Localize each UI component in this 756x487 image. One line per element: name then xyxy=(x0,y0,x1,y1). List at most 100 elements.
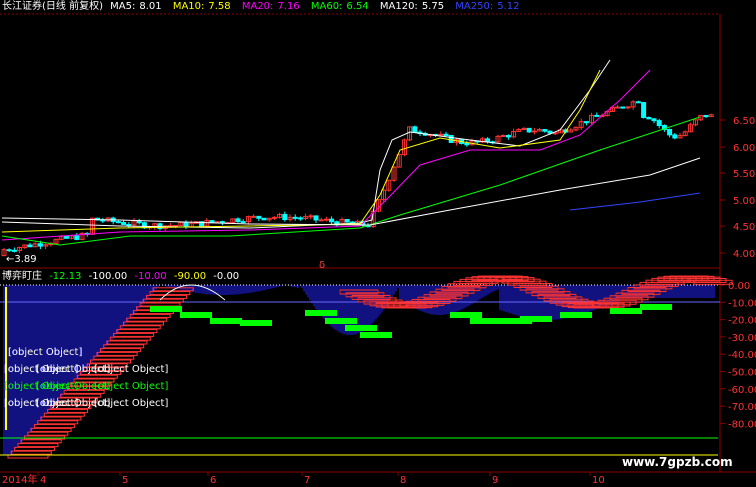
red-box xyxy=(126,317,168,322)
candle-body xyxy=(625,106,631,109)
candle-body xyxy=(240,221,246,224)
green-block xyxy=(470,318,502,324)
red-box xyxy=(123,321,164,326)
indicator-tick-label: -60.00 xyxy=(728,385,756,396)
watermark: www.7gpzb.com xyxy=(622,455,733,469)
candle-body xyxy=(547,130,553,134)
time-tick-label: 2014年 xyxy=(2,473,37,486)
candle-body xyxy=(323,218,329,221)
ma120-label: MA120: 5.75 xyxy=(379,1,445,12)
candle-body xyxy=(271,216,277,219)
candle-body xyxy=(448,134,454,143)
indicator-value-5: -0.00 xyxy=(213,271,240,282)
indicator-tick-label: -70.00 xyxy=(728,402,756,413)
indicator-tick-label: -20.00 xyxy=(728,316,756,327)
ma250-label: MA250: 5.12 xyxy=(455,1,520,12)
candle-body xyxy=(703,114,709,118)
candle-body xyxy=(318,219,324,222)
red-box xyxy=(113,332,155,337)
green-block xyxy=(360,332,392,338)
candle-body xyxy=(635,101,641,104)
candle-body xyxy=(261,217,267,221)
red-box xyxy=(119,325,161,330)
candle-body xyxy=(121,222,127,225)
candle-body xyxy=(6,249,12,252)
green-block xyxy=(345,325,377,331)
green-block xyxy=(240,320,272,326)
green-block xyxy=(610,308,642,314)
candle-body xyxy=(651,118,657,122)
indicator-name: 博弈盯庄 xyxy=(2,271,42,282)
candle-body xyxy=(235,218,241,223)
green-block xyxy=(150,306,182,312)
candle-body xyxy=(183,221,189,228)
stock-title: 长江证券(日线 前复权) xyxy=(2,1,103,12)
candle-body xyxy=(136,220,142,224)
candle-body xyxy=(63,235,69,239)
indicator-tick-label: 0.00 xyxy=(728,281,750,292)
candle-body xyxy=(505,135,511,138)
chart-header: 长江证券(日线 前复权) MA5: 8.01 MA10: 7.58 MA20: 7.1… xyxy=(2,1,527,13)
red-box xyxy=(43,412,85,417)
indicator-tick-label: -10.00 xyxy=(728,298,756,309)
candle-body xyxy=(443,133,449,136)
green-block xyxy=(640,304,672,310)
green-block xyxy=(305,310,337,316)
indicator-header: 博弈盯庄 -12.13 -100.00 -10.00 -90.00 -0.00 xyxy=(2,271,243,283)
time-tick-label: 5 xyxy=(122,475,128,486)
price-tick-label: 5.50 xyxy=(733,169,755,180)
candle-body xyxy=(485,138,491,143)
candle-body xyxy=(500,135,506,138)
red-box xyxy=(30,427,72,432)
red-box xyxy=(33,424,75,429)
indicator-value-3: -10.00 xyxy=(134,271,167,282)
time-tick-label: 4 xyxy=(40,475,46,486)
ma10-label: MA10: 7.58 xyxy=(172,1,231,12)
red-box xyxy=(139,302,181,307)
red-box xyxy=(96,351,138,356)
red-box xyxy=(17,443,59,448)
candle-body xyxy=(251,215,257,218)
time-tick-label: 6 xyxy=(210,475,216,486)
candle-body xyxy=(209,220,215,223)
red-box xyxy=(20,439,62,444)
ma20-line xyxy=(1,69,651,241)
red-box xyxy=(106,340,148,345)
label-jieru: [object Object] xyxy=(8,347,83,358)
candle-body xyxy=(115,221,121,224)
candle-body xyxy=(583,121,589,124)
candle-body xyxy=(615,106,621,109)
event-marker: δ xyxy=(319,260,325,271)
indicator-tick-label: -50.00 xyxy=(728,368,756,379)
red-box xyxy=(146,294,188,299)
green-block xyxy=(560,312,592,318)
red-box xyxy=(109,336,151,341)
candle-body xyxy=(344,219,350,223)
stock-chart[interactable]: 6.50 6.00 5.50 5.00 4.50 4.00 0.00 -10.00 -20.00… xyxy=(0,0,756,487)
indicator-value-2: -100.00 xyxy=(88,271,128,282)
green-block xyxy=(520,316,552,322)
low-price-marker: ←3.89 xyxy=(6,254,37,265)
price-tick-label: 4.00 xyxy=(733,249,755,260)
label-zhuanggu-3: [object Object] xyxy=(94,364,169,375)
candle-body xyxy=(594,114,600,117)
candle-body xyxy=(282,213,288,221)
green-block xyxy=(450,312,482,318)
candle-body xyxy=(11,249,17,252)
candle-body xyxy=(219,221,225,224)
candle-body xyxy=(526,127,532,133)
red-box xyxy=(60,393,102,398)
candle-body xyxy=(256,215,262,219)
red-box xyxy=(90,359,131,364)
candle-body xyxy=(531,130,537,133)
price-tick-label: 6.00 xyxy=(733,143,755,154)
indicator-value-4: -90.00 xyxy=(173,271,207,282)
red-box xyxy=(93,355,135,360)
ma10-line xyxy=(1,69,601,233)
price-tick-label: 6.50 xyxy=(733,116,755,127)
indicator-tick-label: -40.00 xyxy=(728,350,756,361)
time-tick-label: 8 xyxy=(400,475,406,486)
candle-body xyxy=(292,216,298,219)
green-block xyxy=(210,318,242,324)
red-box xyxy=(129,313,171,318)
